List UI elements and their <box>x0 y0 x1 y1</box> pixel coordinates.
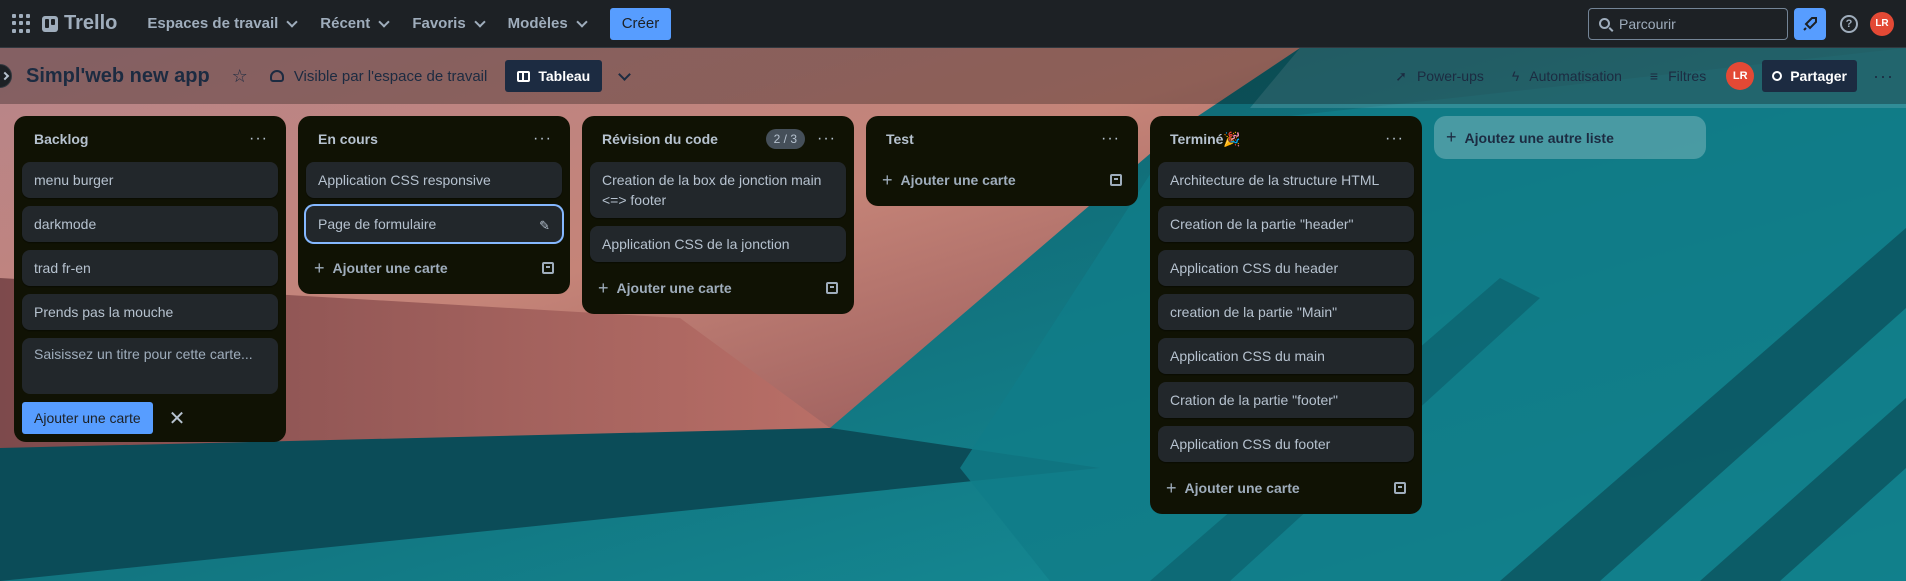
card[interactable]: Application CSS responsive <box>306 162 562 198</box>
card[interactable]: Application CSS du header <box>1158 250 1414 286</box>
card[interactable]: creation de la partie "Main" <box>1158 294 1414 330</box>
filters-button[interactable]: ≡ Filtres <box>1650 68 1706 84</box>
menu-recent[interactable]: Récent <box>308 8 400 40</box>
top-navigation: Trello Espaces de travail Récent Favoris… <box>0 0 1906 48</box>
member-avatar[interactable]: LR <box>1726 62 1755 90</box>
plus-icon: + <box>882 169 893 190</box>
plus-icon: + <box>598 277 609 298</box>
list-title[interactable]: Backlog <box>34 131 245 147</box>
list-header[interactable]: Test ··· <box>874 116 1130 162</box>
list-actions-icon[interactable]: ··· <box>529 130 556 148</box>
plus-icon: + <box>1166 477 1177 498</box>
board-header: Simpl'web new app ☆ Visible par l'espace… <box>0 48 1906 104</box>
share-button[interactable]: Partager <box>1762 60 1858 92</box>
list-revision: Révision du code 2 / 3 ··· Creation de l… <box>582 116 854 314</box>
view-label: Tableau <box>538 68 591 84</box>
menu-workspaces[interactable]: Espaces de travail <box>135 8 308 40</box>
visibility-label: Visible par l'espace de travail <box>293 67 488 85</box>
search-placeholder: Parcourir <box>1619 15 1676 32</box>
menu-templates[interactable]: Modèles <box>496 8 598 40</box>
list-actions-icon[interactable]: ··· <box>1381 130 1408 148</box>
card[interactable]: Application CSS de la jonction <box>590 226 846 262</box>
list-title[interactable]: Terminé🎉 <box>1170 131 1381 148</box>
list-title[interactable]: Test <box>886 131 1097 147</box>
card[interactable]: Prends pas la mouche <box>22 294 278 330</box>
card-title: Page de formulaire <box>318 216 437 232</box>
add-card-button[interactable]: + Ajouter une carte <box>306 250 562 286</box>
add-card-button[interactable]: + Ajouter une carte <box>590 270 846 306</box>
powerups-button[interactable]: ➚ Power-ups <box>1395 68 1484 85</box>
list-header[interactable]: Backlog ··· <box>22 116 278 162</box>
chevron-down-icon <box>378 15 390 28</box>
card[interactable]: Creation de la box de jonction main <=> … <box>590 162 846 218</box>
chevron-down-icon <box>576 15 588 28</box>
list-actions-icon[interactable]: ··· <box>813 130 840 148</box>
card[interactable]: Application CSS du main <box>1158 338 1414 374</box>
trello-logo[interactable]: Trello <box>42 12 117 35</box>
card-template-icon[interactable] <box>826 282 838 294</box>
list-termine: Terminé🎉 ··· Architecture de la structur… <box>1150 116 1422 514</box>
list-title[interactable]: Révision du code <box>602 131 766 147</box>
add-card-submit-button[interactable]: Ajouter une carte <box>22 402 153 434</box>
list-en-cours: En cours ··· Application CSS responsive … <box>298 116 570 294</box>
menu-starred[interactable]: Favoris <box>400 8 495 40</box>
card[interactable]: menu burger <box>22 162 278 198</box>
list-header[interactable]: Terminé🎉 ··· <box>1158 116 1414 162</box>
card-title-textarea[interactable]: Saisissez un titre pour cette carte... <box>22 338 278 394</box>
rocket-icon: ➚ <box>1395 67 1407 84</box>
card[interactable]: Architecture de la structure HTML <box>1158 162 1414 198</box>
card[interactable]: Creation de la partie "header" <box>1158 206 1414 242</box>
add-list-button[interactable]: + Ajoutez une autre liste <box>1434 116 1706 159</box>
chevron-down-icon <box>286 15 298 28</box>
close-icon[interactable]: ✕ <box>169 406 186 431</box>
lightning-icon: ϟ <box>1511 68 1520 84</box>
help-icon[interactable]: ? <box>1840 14 1858 33</box>
card-count-badge: 2 / 3 <box>765 129 806 149</box>
pencil-icon[interactable]: ✎ <box>539 216 550 236</box>
whats-new-button[interactable] <box>1794 7 1826 40</box>
workspace-visibility-icon <box>269 70 284 82</box>
card[interactable]: Cration de la partie "footer" <box>1158 382 1414 418</box>
add-card-button[interactable]: + Ajouter une carte <box>874 162 1130 198</box>
search-input[interactable]: Parcourir <box>1588 7 1788 40</box>
plus-icon: + <box>314 257 325 278</box>
brand-name: Trello <box>64 12 118 34</box>
automation-button[interactable]: ϟ Automatisation <box>1512 68 1622 84</box>
search-icon <box>1599 18 1610 29</box>
create-button[interactable]: Créer <box>609 7 672 40</box>
card[interactable]: Application CSS du footer <box>1158 426 1414 462</box>
add-member-icon <box>1772 71 1783 81</box>
visibility-button[interactable]: Visible par l'espace de travail <box>269 67 488 85</box>
chevron-right-icon <box>0 71 10 81</box>
list-actions-icon[interactable]: ··· <box>245 130 272 148</box>
board-menu-icon[interactable]: ··· <box>1873 66 1894 87</box>
list-header[interactable]: Révision du code 2 / 3 ··· <box>590 116 846 162</box>
trello-logo-icon <box>42 15 58 32</box>
user-avatar[interactable]: LR <box>1870 11 1894 36</box>
list-test: Test ··· + Ajouter une carte <box>866 116 1138 206</box>
board-title[interactable]: Simpl'web new app <box>26 65 210 88</box>
add-card-button[interactable]: + Ajouter une carte <box>1158 470 1414 506</box>
plus-icon: + <box>1446 127 1457 147</box>
list-header[interactable]: En cours ··· <box>306 116 562 162</box>
app-switcher-icon[interactable] <box>12 13 32 34</box>
view-board-button[interactable]: Tableau <box>505 60 603 92</box>
card-template-icon[interactable] <box>1394 482 1406 494</box>
list-actions-icon[interactable]: ··· <box>1097 130 1124 148</box>
star-icon[interactable]: ☆ <box>232 66 248 87</box>
list-backlog: Backlog ··· menu burger darkmode trad fr… <box>14 116 286 442</box>
card-template-icon[interactable] <box>542 262 554 274</box>
card[interactable]: darkmode <box>22 206 278 242</box>
card-template-icon[interactable] <box>1110 174 1122 186</box>
chevron-down-icon <box>474 15 486 28</box>
view-switcher-chevron-icon[interactable] <box>618 67 632 81</box>
sidebar-expand-button[interactable] <box>0 64 12 88</box>
rocket-icon <box>1803 16 1817 31</box>
board-view-icon <box>517 70 531 82</box>
filter-icon: ≡ <box>1649 68 1659 84</box>
list-title[interactable]: En cours <box>318 131 529 147</box>
card-focused[interactable]: Page de formulaire ✎ <box>306 206 562 242</box>
card[interactable]: trad fr-en <box>22 250 278 286</box>
